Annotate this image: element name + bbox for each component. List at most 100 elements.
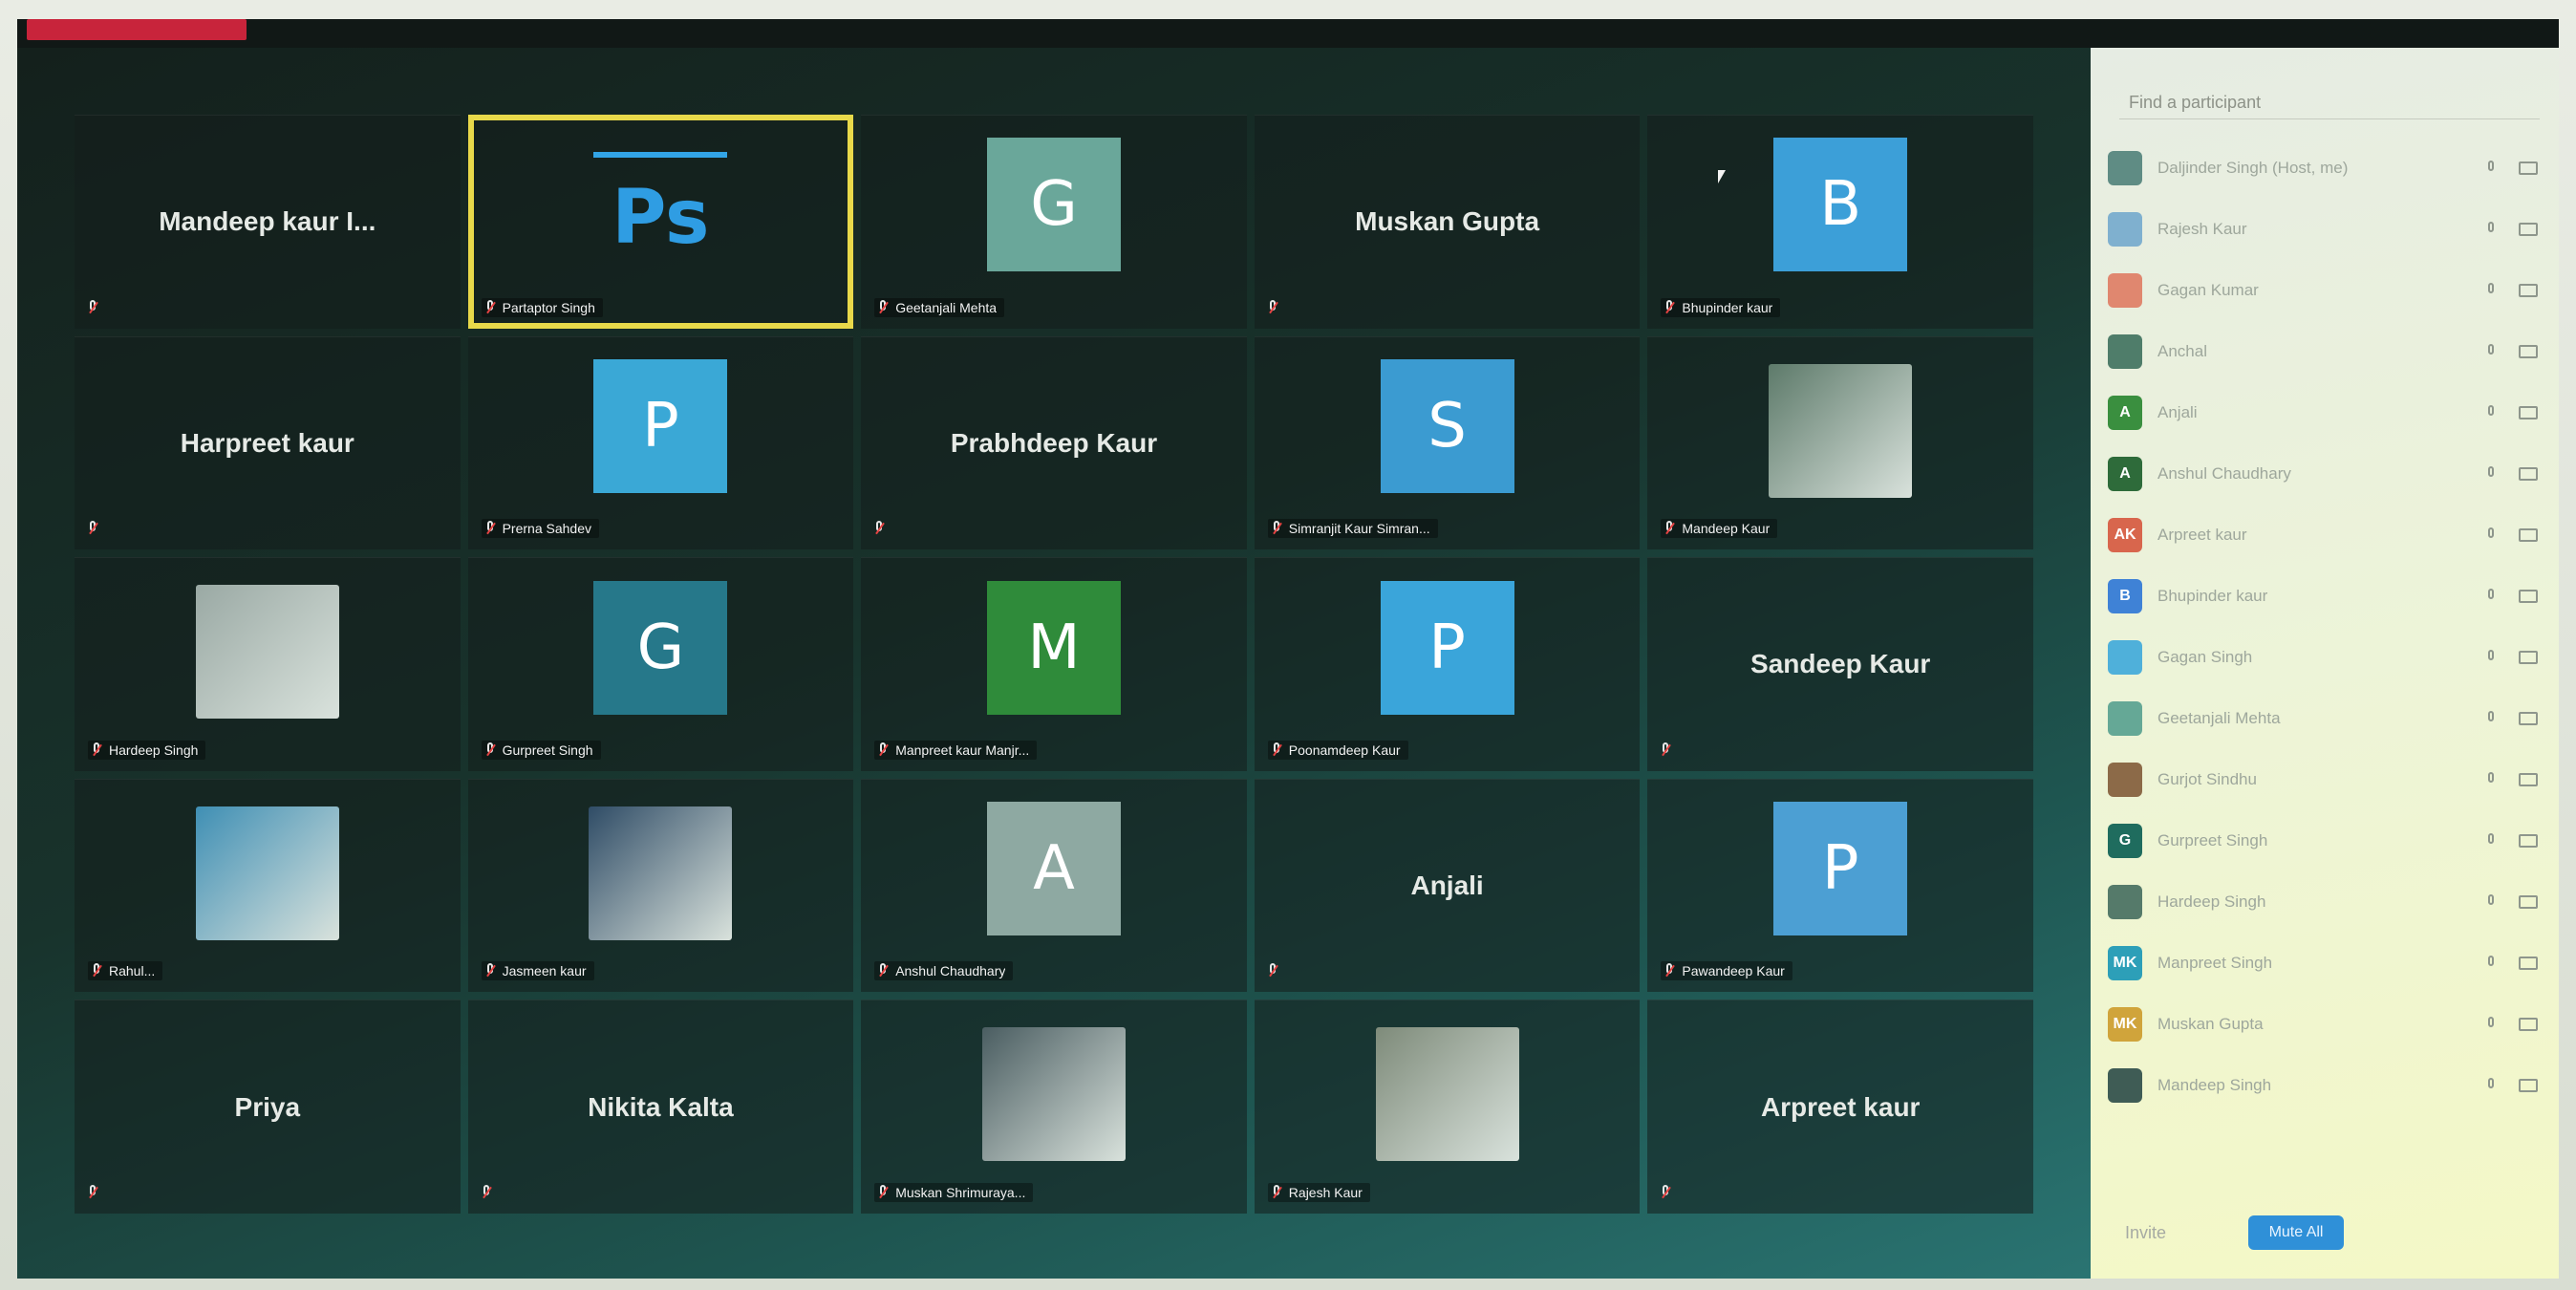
video-camera-icon[interactable] (2519, 467, 2538, 481)
video-camera-icon[interactable] (2519, 345, 2538, 358)
profile-photo (981, 1027, 1126, 1162)
video-tile[interactable]: Muskan Gupta (1254, 115, 1641, 329)
video-tile[interactable]: Sandeep Kaur (1647, 557, 2033, 771)
video-camera-icon[interactable] (2519, 528, 2538, 542)
video-camera-icon[interactable] (2519, 223, 2538, 236)
participant-row[interactable]: A Anjali (2108, 382, 2547, 443)
video-camera-icon[interactable] (2519, 957, 2538, 970)
participant-avatar (2108, 1068, 2142, 1103)
participant-display-name: Anjali (1410, 871, 1484, 901)
microphone-icon[interactable] (2486, 466, 2496, 482)
participant-name: Prerna Sahdev (502, 521, 591, 537)
video-tile[interactable]: G Geetanjali Mehta (861, 115, 1247, 329)
participant-row[interactable]: B Bhupinder kaur (2108, 566, 2547, 627)
microphone-icon[interactable] (2486, 894, 2496, 910)
video-tile[interactable]: Rajesh Kaur (1254, 1000, 1641, 1214)
video-camera-icon[interactable] (2519, 284, 2538, 297)
tile-name-label: Partaptor Singh (481, 297, 603, 317)
mic-muted-icon (874, 521, 884, 536)
microphone-icon[interactable] (2486, 956, 2496, 971)
microphone-icon[interactable] (2486, 589, 2496, 604)
microphone-icon[interactable] (2486, 527, 2496, 543)
mic-muted-icon (482, 1185, 491, 1200)
video-tile[interactable]: Arpreet kaur (1647, 1000, 2033, 1214)
video-tile[interactable]: A Anshul Chaudhary (861, 778, 1247, 993)
microphone-icon[interactable] (2486, 1078, 2496, 1093)
mic-muted-icon (1268, 299, 1277, 315)
participant-row[interactable]: Daljinder Singh (Host, me) (2108, 138, 2547, 199)
video-tile[interactable]: Nikita Kalta (467, 1000, 854, 1214)
video-tile[interactable]: P Pawandeep Kaur (1647, 778, 2033, 993)
participant-row[interactable]: Geetanjali Mehta (2108, 688, 2547, 749)
participant-search-input[interactable]: Find a participant (2119, 86, 2540, 119)
mic-muted-icon (1664, 299, 1674, 315)
avatar: B (1773, 138, 1908, 272)
mic-muted-icon (485, 963, 495, 978)
video-camera-icon[interactable] (2519, 590, 2538, 603)
mic-muted-icon (1661, 742, 1670, 758)
video-camera-icon[interactable] (2519, 651, 2538, 664)
microphone-icon[interactable] (2486, 283, 2496, 298)
participant-name: Manpreet Singh (2157, 954, 2273, 972)
microphone-icon[interactable] (2486, 405, 2496, 420)
invite-button[interactable]: Invite (2119, 1222, 2172, 1244)
mic-muted-icon (485, 742, 495, 758)
participant-row[interactable]: G Gurpreet Singh (2108, 810, 2547, 871)
video-tile[interactable]: Mandeep kaur I... (75, 115, 461, 329)
microphone-icon[interactable] (2486, 344, 2496, 359)
participant-row[interactable]: A Anshul Chaudhary (2108, 443, 2547, 505)
participant-row[interactable]: AK Arpreet kaur (2108, 505, 2547, 566)
video-tile[interactable]: Mandeep Kaur (1647, 335, 2033, 550)
video-tile[interactable]: Anjali (1254, 778, 1641, 993)
participant-avatar (2108, 885, 2142, 919)
video-camera-icon[interactable] (2519, 895, 2538, 909)
microphone-icon[interactable] (2486, 1017, 2496, 1032)
participant-avatar: B (2108, 579, 2142, 613)
video-tile[interactable]: M Manpreet kaur Manjr... (861, 557, 1247, 771)
microphone-icon[interactable] (2486, 711, 2496, 726)
video-tile[interactable]: Rahul... (75, 778, 461, 993)
participant-name: Rahul... (109, 963, 156, 979)
participant-row[interactable]: Gagan Kumar (2108, 260, 2547, 321)
video-tile[interactable]: P Prerna Sahdev (467, 335, 854, 550)
microphone-icon[interactable] (2486, 161, 2496, 176)
video-tile[interactable]: Prabhdeep Kaur (861, 335, 1247, 550)
microphone-icon[interactable] (2486, 650, 2496, 665)
video-camera-icon[interactable] (2519, 1018, 2538, 1031)
video-camera-icon[interactable] (2519, 406, 2538, 419)
video-camera-icon[interactable] (2519, 1079, 2538, 1092)
participant-row[interactable]: Hardeep Singh (2108, 871, 2547, 933)
video-tile[interactable]: Jasmeen kaur (467, 778, 854, 993)
video-tile[interactable]: P Poonamdeep Kaur (1254, 557, 1641, 771)
video-tile[interactable]: Hardeep Singh (75, 557, 461, 771)
participant-row[interactable]: MK Muskan Gupta (2108, 994, 2547, 1055)
participant-row[interactable]: Mandeep Singh (2108, 1055, 2547, 1116)
participant-name: Anshul Chaudhary (895, 963, 1006, 979)
participant-row[interactable]: MK Manpreet Singh (2108, 933, 2547, 994)
microphone-icon[interactable] (2486, 772, 2496, 787)
participant-name: Daljinder Singh (Host, me) (2157, 159, 2349, 177)
mute-all-button[interactable]: Mute All (2248, 1215, 2345, 1250)
video-tile[interactable]: B Bhupinder kaur (1647, 115, 2033, 329)
video-tile[interactable]: S Simranjit Kaur Simran... (1254, 335, 1641, 550)
participant-row[interactable]: Anchal (2108, 321, 2547, 382)
microphone-icon[interactable] (2486, 222, 2496, 237)
video-tile[interactable]: G Gurpreet Singh (467, 557, 854, 771)
participant-name: Bhupinder kaur (1682, 299, 1773, 315)
participant-row[interactable]: Gurjot Sindhu (2108, 749, 2547, 810)
tile-name-label: Poonamdeep Kaur (1267, 740, 1408, 760)
video-camera-icon[interactable] (2519, 773, 2538, 786)
participant-row[interactable]: Rajesh Kaur (2108, 199, 2547, 260)
video-tile[interactable]: Ps Partaptor Singh (467, 115, 854, 329)
microphone-icon[interactable] (2486, 833, 2496, 849)
video-camera-icon[interactable] (2519, 161, 2538, 175)
video-tile[interactable]: Harpreet kaur (75, 335, 461, 550)
mic-muted-icon (88, 521, 97, 536)
participant-row[interactable]: Gagan Singh (2108, 627, 2547, 688)
video-camera-icon[interactable] (2519, 712, 2538, 725)
video-tile[interactable]: Muskan Shrimuraya... (861, 1000, 1247, 1214)
video-tile[interactable]: Priya (75, 1000, 461, 1214)
video-camera-icon[interactable] (2519, 834, 2538, 848)
participant-display-name: Prabhdeep Kaur (950, 427, 1158, 458)
participant-name: Anjali (2157, 403, 2198, 421)
